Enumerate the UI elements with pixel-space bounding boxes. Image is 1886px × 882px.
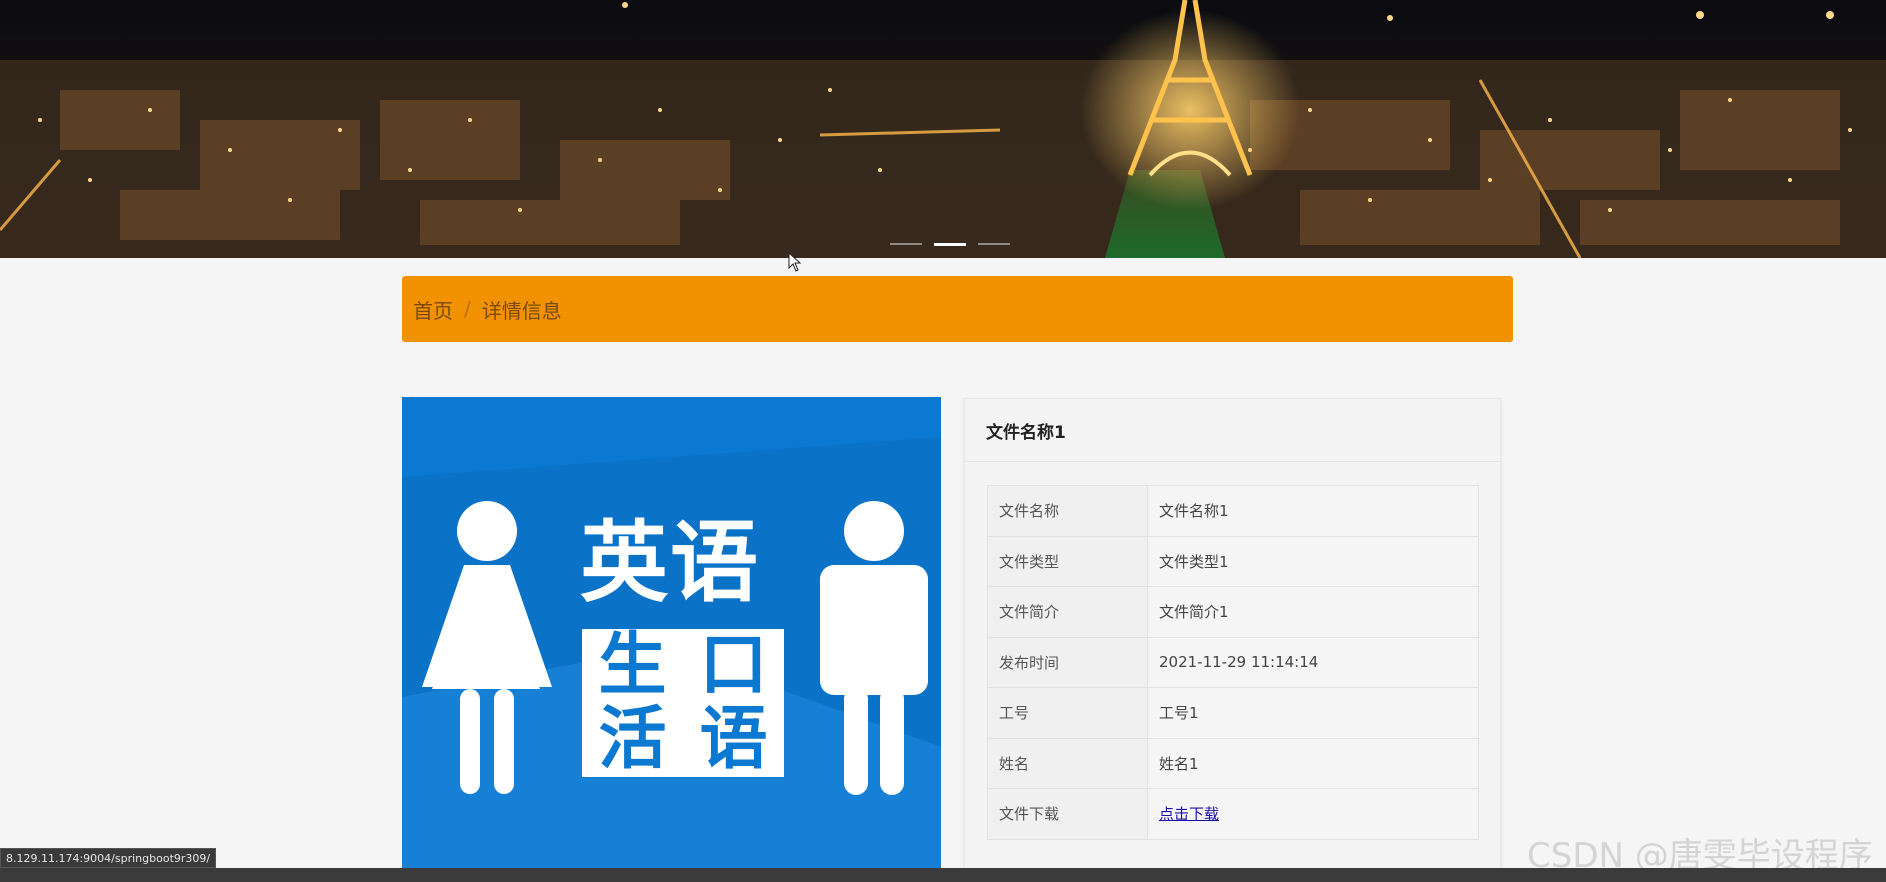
hero-carousel[interactable] (0, 0, 1886, 258)
file-cover-image: 英语 生 口 活 语 (402, 397, 941, 882)
download-link[interactable]: 点击下载 (1159, 805, 1219, 823)
cover-box-char-4: 语 (699, 700, 768, 779)
city-night-image (0, 0, 1886, 258)
row-key: 文件下载 (987, 788, 1148, 840)
table-row: 文件名称 文件名称1 (987, 485, 1479, 537)
row-value: 文件名称1 (1147, 485, 1479, 537)
row-key: 文件名称 (987, 485, 1148, 537)
carousel-dot-2[interactable] (934, 243, 966, 246)
breadcrumb-current: 详情信息 (481, 298, 562, 323)
breadcrumb-home-link[interactable]: 首页 (413, 295, 453, 324)
detail-title: 文件名称1 (965, 399, 1500, 462)
table-row: 文件类型 文件类型1 (987, 535, 1479, 587)
cover-box: 生 口 活 语 (582, 629, 784, 777)
table-row: 工号 工号1 (987, 687, 1479, 739)
row-value-cell: 点击下载 (1147, 788, 1479, 840)
table-row: 文件下载 点击下载 (987, 788, 1479, 840)
row-key: 姓名 (987, 737, 1148, 789)
table-row: 姓名 姓名1 (987, 737, 1479, 789)
cover-box-char-2: 口 (699, 626, 768, 705)
cover-title-text: 英语 (580, 511, 761, 614)
row-key: 文件类型 (987, 535, 1148, 587)
status-url: 8.129.11.174:9004/springboot9r309/ (0, 848, 217, 868)
carousel-dot-1[interactable] (890, 243, 922, 245)
row-value: 文件类型1 (1147, 535, 1479, 587)
table-row: 文件简介 文件简介1 (987, 586, 1479, 638)
carousel-dot-3[interactable] (978, 243, 1010, 245)
row-value: 工号1 (1147, 687, 1479, 739)
breadcrumb-separator: / (464, 297, 471, 321)
table-row: 发布时间 2021-11-29 11:14:14 (987, 636, 1479, 688)
row-value: 姓名1 (1147, 737, 1479, 789)
row-value: 2021-11-29 11:14:14 (1147, 636, 1479, 688)
cover-box-char-3: 活 (598, 700, 667, 779)
breadcrumb: 首页 / 详情信息 (402, 276, 1513, 342)
row-key: 工号 (987, 687, 1148, 739)
mouse-cursor-icon (788, 252, 802, 272)
row-key: 发布时间 (987, 636, 1148, 688)
row-key: 文件简介 (987, 586, 1148, 638)
detail-card: 文件名称1 文件名称 文件名称1 文件类型 文件类型1 文件简介 文件简介1 发… (964, 398, 1501, 882)
cover-box-char-1: 生 (598, 626, 667, 705)
detail-table: 文件名称 文件名称1 文件类型 文件类型1 文件简介 文件简介1 发布时间 20… (987, 485, 1479, 840)
carousel-indicators (890, 243, 1010, 246)
taskbar (0, 868, 1886, 882)
row-value: 文件简介1 (1147, 586, 1479, 638)
